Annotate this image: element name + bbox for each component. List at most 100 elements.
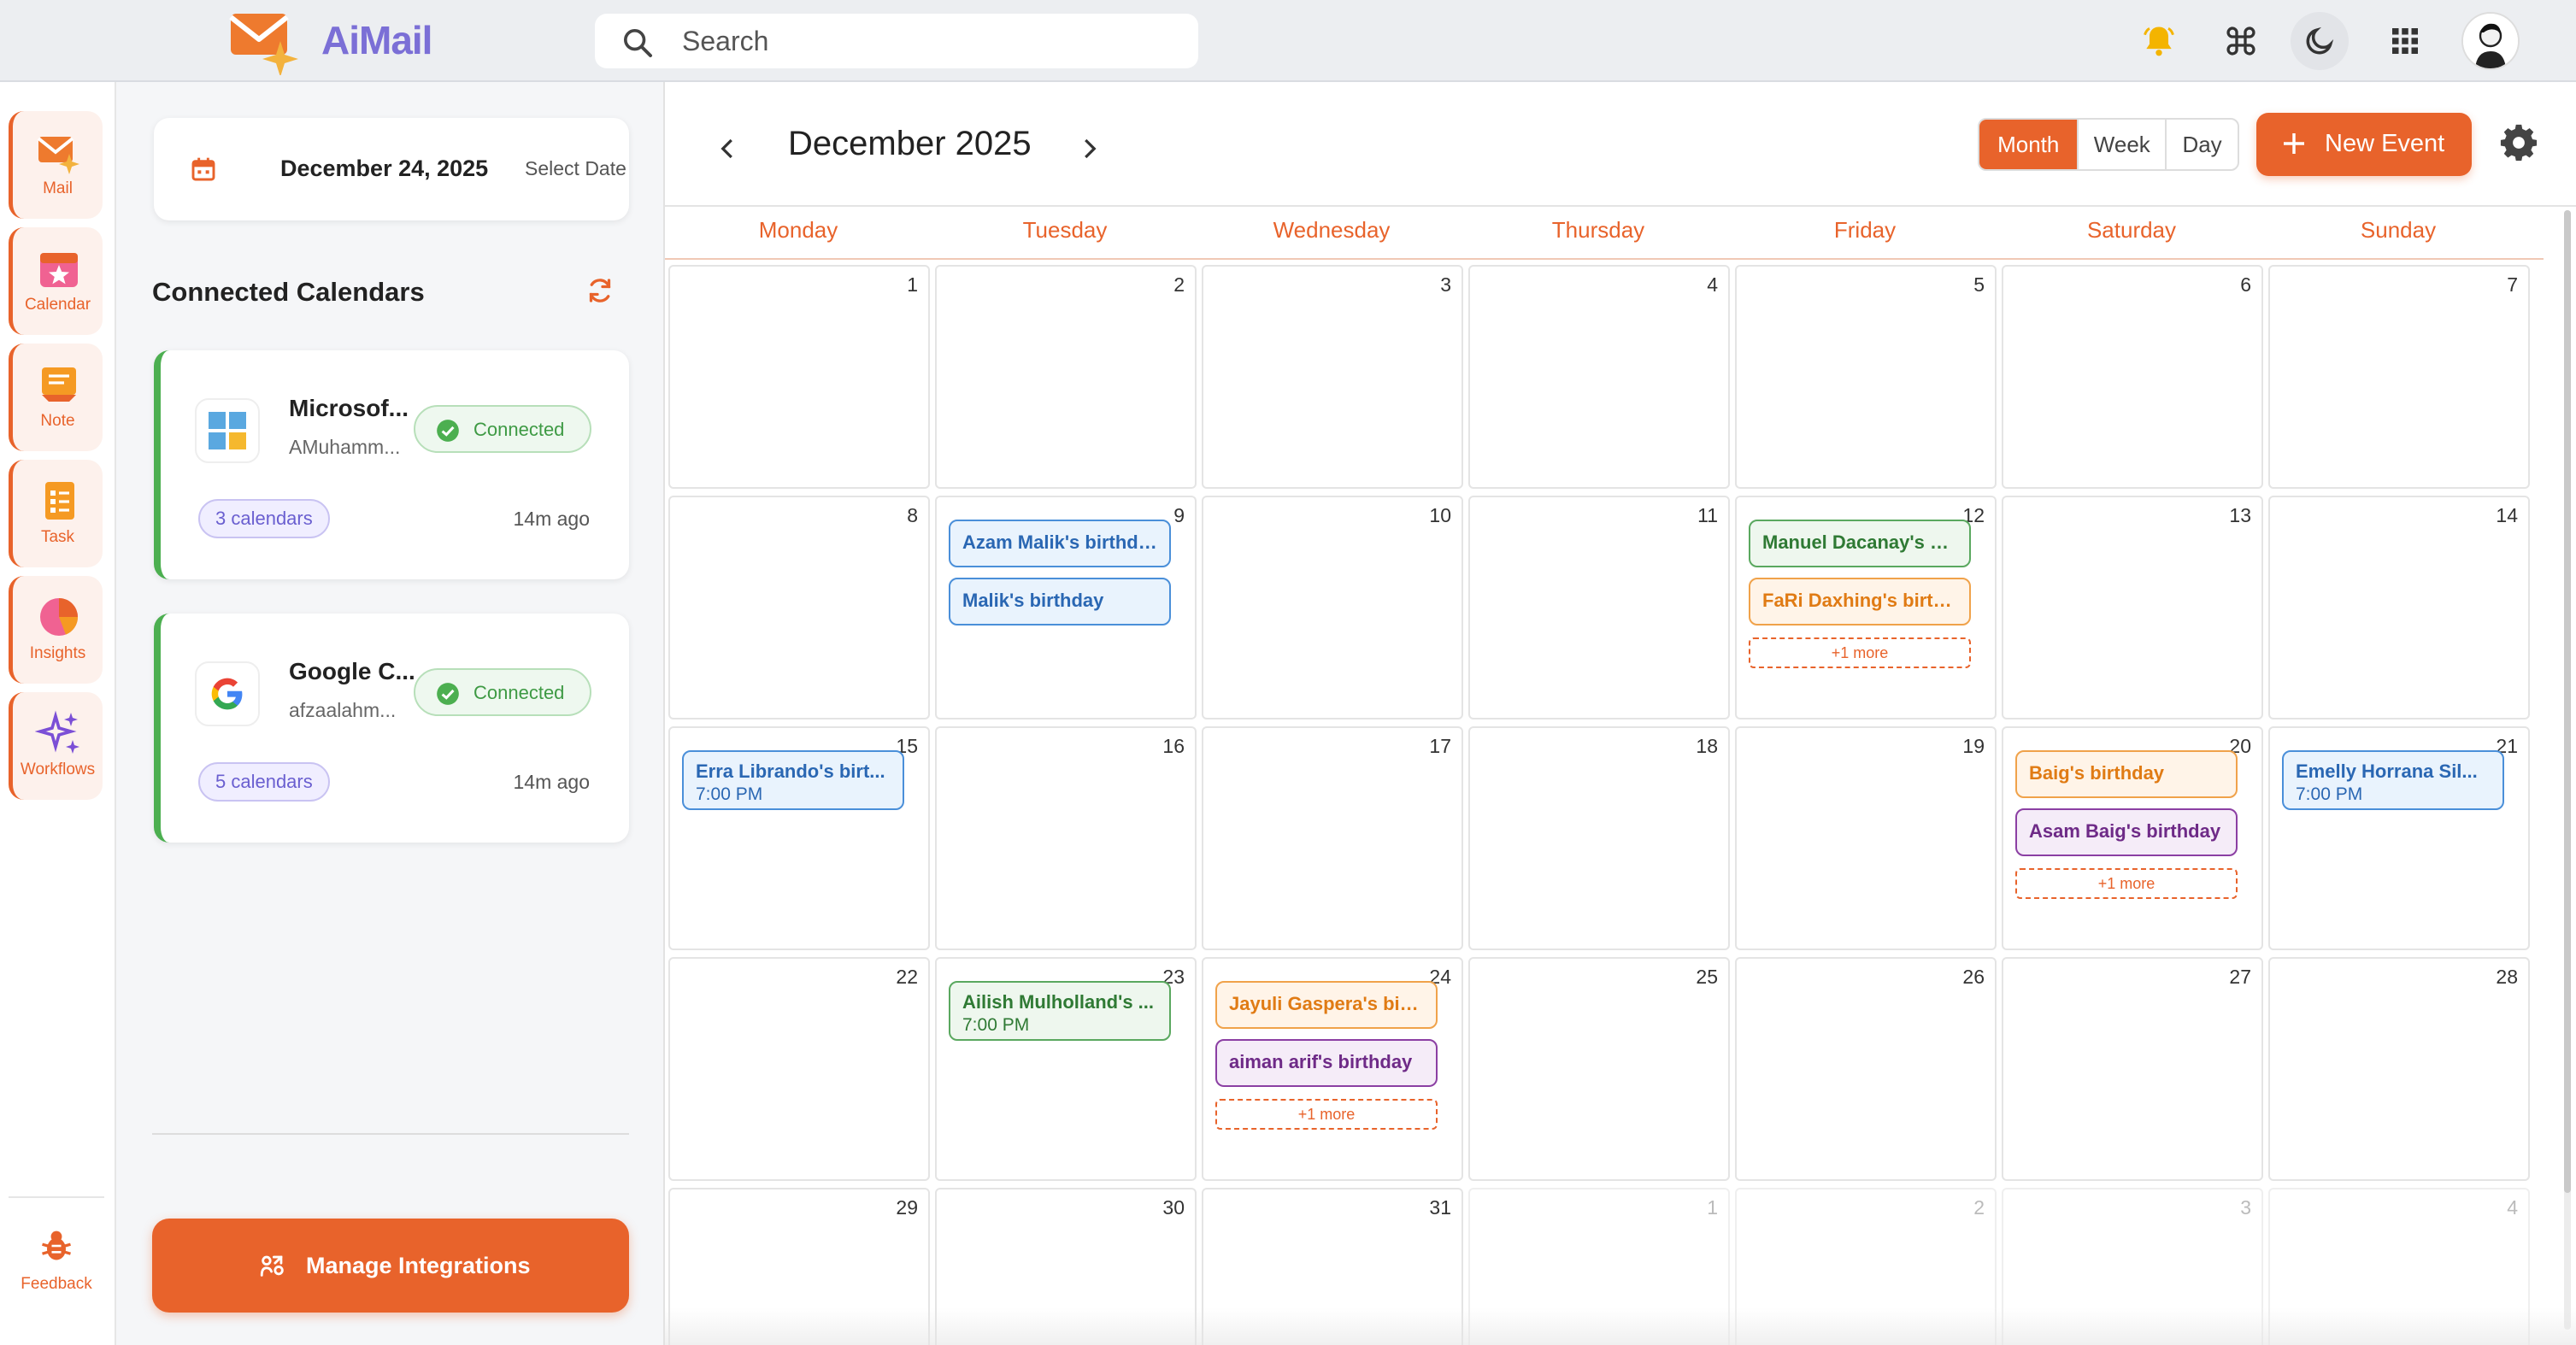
day-cell[interactable]: 20 Baig's birthday Asam Baig's birthday +1 … [2002, 726, 2263, 950]
event-chip[interactable]: Ailish Mulholland's ... 7:00 PM [949, 981, 1171, 1041]
day-cell[interactable]: 9 Azam Malik's birthday Malik's birthday [935, 496, 1197, 719]
rail-item-note[interactable]: Note [9, 344, 103, 451]
rail-label-task: Task [40, 528, 75, 546]
day-cell[interactable]: 18 [1468, 726, 1730, 950]
day-cell[interactable]: 25 [1468, 957, 1730, 1181]
day-cell[interactable]: 15 Erra Librando's birt... 7:00 PM [668, 726, 930, 950]
date-picker-card[interactable]: December 24, 2025 Select Date [154, 118, 629, 220]
day-number: 28 [2496, 966, 2518, 988]
event-chip[interactable]: Emelly Horrana Sil... 7:00 PM [2282, 750, 2504, 810]
rail-item-mail[interactable]: Mail [9, 111, 103, 219]
search-input[interactable] [682, 14, 1178, 68]
aimail-logo-icon[interactable] [227, 7, 304, 75]
day-cell[interactable]: 22 [668, 957, 930, 1181]
rail-divider [9, 1196, 104, 1198]
day-cell[interactable]: 2 [935, 265, 1197, 489]
day-cell[interactable]: 12 Manuel Dacanay's bi... FaRi Daxhing's b… [1735, 496, 1997, 719]
view-week-button[interactable]: Week [2079, 120, 2167, 169]
connected-status-badge: Connected [414, 405, 591, 453]
event-chip[interactable]: Baig's birthday [2015, 750, 2238, 798]
day-cell[interactable]: 14 [2268, 496, 2530, 719]
search-bar[interactable] [595, 14, 1198, 68]
dark-mode-moon-icon[interactable] [2291, 12, 2349, 70]
weekday-friday: Friday [1833, 217, 1897, 243]
view-month-button[interactable]: Month [1979, 120, 2079, 169]
panel-divider [152, 1133, 629, 1135]
feedback-button[interactable]: Feedback [9, 1227, 104, 1330]
day-cell[interactable]: 4 [1468, 265, 1730, 489]
event-title: Baig's birthday [2029, 762, 2165, 784]
event-chip[interactable]: Azam Malik's birthday [949, 520, 1171, 567]
day-cell[interactable]: 5 [1735, 265, 1997, 489]
event-title: Manuel Dacanay's bi... [1762, 532, 1962, 553]
connected-status-label: Connected [473, 682, 565, 703]
rail-label-calendar: Calendar [24, 296, 91, 314]
rail-item-task[interactable]: Task [9, 460, 103, 567]
scrollbar-thumb[interactable] [2564, 210, 2571, 1193]
event-title: FaRi Daxhing's birth... [1762, 590, 1961, 611]
connected-status-badge: Connected [414, 668, 591, 716]
day-cell[interactable]: 21 Emelly Horrana Sil... 7:00 PM [2268, 726, 2530, 950]
weekday-monday: Monday [758, 217, 838, 243]
event-chip[interactable]: Erra Librando's birt... 7:00 PM [682, 750, 904, 810]
rail-item-calendar[interactable]: Calendar [9, 227, 103, 335]
select-date-button[interactable]: Select Date [525, 157, 626, 180]
app-name[interactable]: AiMail [321, 17, 432, 63]
manage-integrations-button[interactable]: Manage Integrations [152, 1219, 629, 1313]
day-cell[interactable]: 17 [1202, 726, 1463, 950]
day-cell[interactable]: 1 [668, 265, 930, 489]
user-avatar[interactable] [2461, 12, 2520, 70]
day-number: 2 [1173, 273, 1185, 296]
calendar-count-badge[interactable]: 3 calendars [198, 499, 330, 538]
day-cell[interactable]: 11 [1468, 496, 1730, 719]
command-icon[interactable] [2212, 12, 2270, 70]
account-email: afzaalahm... [289, 699, 397, 721]
rail-item-workflows[interactable]: Workflows [9, 692, 103, 800]
apps-grid-icon[interactable] [2376, 12, 2434, 70]
refresh-icon[interactable] [585, 275, 615, 306]
day-cell[interactable]: 6 [2002, 265, 2263, 489]
day-cell[interactable]: 28 [2268, 957, 2530, 1181]
event-chip[interactable]: Asam Baig's birthday [2015, 808, 2238, 856]
event-chip[interactable]: Jayuli Gaspera's birt... [1215, 981, 1438, 1029]
day-cell[interactable]: 8 [668, 496, 930, 719]
day-number: 8 [907, 504, 918, 526]
connected-status-label: Connected [473, 419, 565, 440]
event-title: Malik's birthday [962, 590, 1104, 611]
more-events-link[interactable]: +1 more [1215, 1099, 1438, 1130]
rail-label-mail: Mail [43, 179, 73, 197]
more-events-link[interactable]: +1 more [2015, 868, 2238, 899]
google-account-card[interactable]: Google C... afzaalahm... Connected 5 cal… [154, 614, 629, 843]
rail-item-insights[interactable]: Insights [9, 576, 103, 684]
microsoft-account-card[interactable]: Microsof... AMuhamm... Connected 3 calen… [154, 350, 629, 579]
account-email: AMuhamm... [289, 436, 401, 458]
calendar-count-badge[interactable]: 5 calendars [198, 762, 330, 802]
next-month-button[interactable] [1067, 126, 1111, 171]
calendar-side-panel: December 24, 2025 Select Date Connected … [116, 82, 665, 1345]
event-chip[interactable]: FaRi Daxhing's birth... [1749, 578, 1971, 626]
event-chip[interactable]: aiman arif's birthday [1215, 1039, 1438, 1087]
day-cell[interactable]: 23 Ailish Mulholland's ... 7:00 PM [935, 957, 1197, 1181]
day-cell[interactable]: 7 [2268, 265, 2530, 489]
more-events-link[interactable]: +1 more [1749, 637, 1971, 668]
day-cell[interactable]: 3 [1202, 265, 1463, 489]
event-title: Emelly Horrana Sil... [2296, 761, 2478, 782]
day-cell[interactable]: 13 [2002, 496, 2263, 719]
day-cell[interactable]: 27 [2002, 957, 2263, 1181]
notifications-bell-icon[interactable] [2130, 12, 2188, 70]
day-cell[interactable]: 26 [1735, 957, 1997, 1181]
new-event-button[interactable]: New Event [2256, 113, 2472, 176]
day-cell[interactable]: 16 [935, 726, 1197, 950]
event-time: 7:00 PM [696, 784, 763, 804]
settings-gear-icon[interactable] [2499, 123, 2538, 162]
view-day-button[interactable]: Day [2167, 120, 2238, 169]
day-cell[interactable]: 19 [1735, 726, 1997, 950]
day-cell[interactable]: 24 Jayuli Gaspera's birt... aiman arif's b… [1202, 957, 1463, 1181]
event-chip[interactable]: Malik's birthday [949, 578, 1171, 626]
check-circle-icon [437, 683, 459, 705]
event-chip[interactable]: Manuel Dacanay's bi... [1749, 520, 1971, 567]
previous-month-button[interactable] [706, 126, 750, 171]
day-cell[interactable]: 10 [1202, 496, 1463, 719]
chevron-left-icon [720, 138, 732, 159]
day-number: 22 [896, 966, 918, 988]
